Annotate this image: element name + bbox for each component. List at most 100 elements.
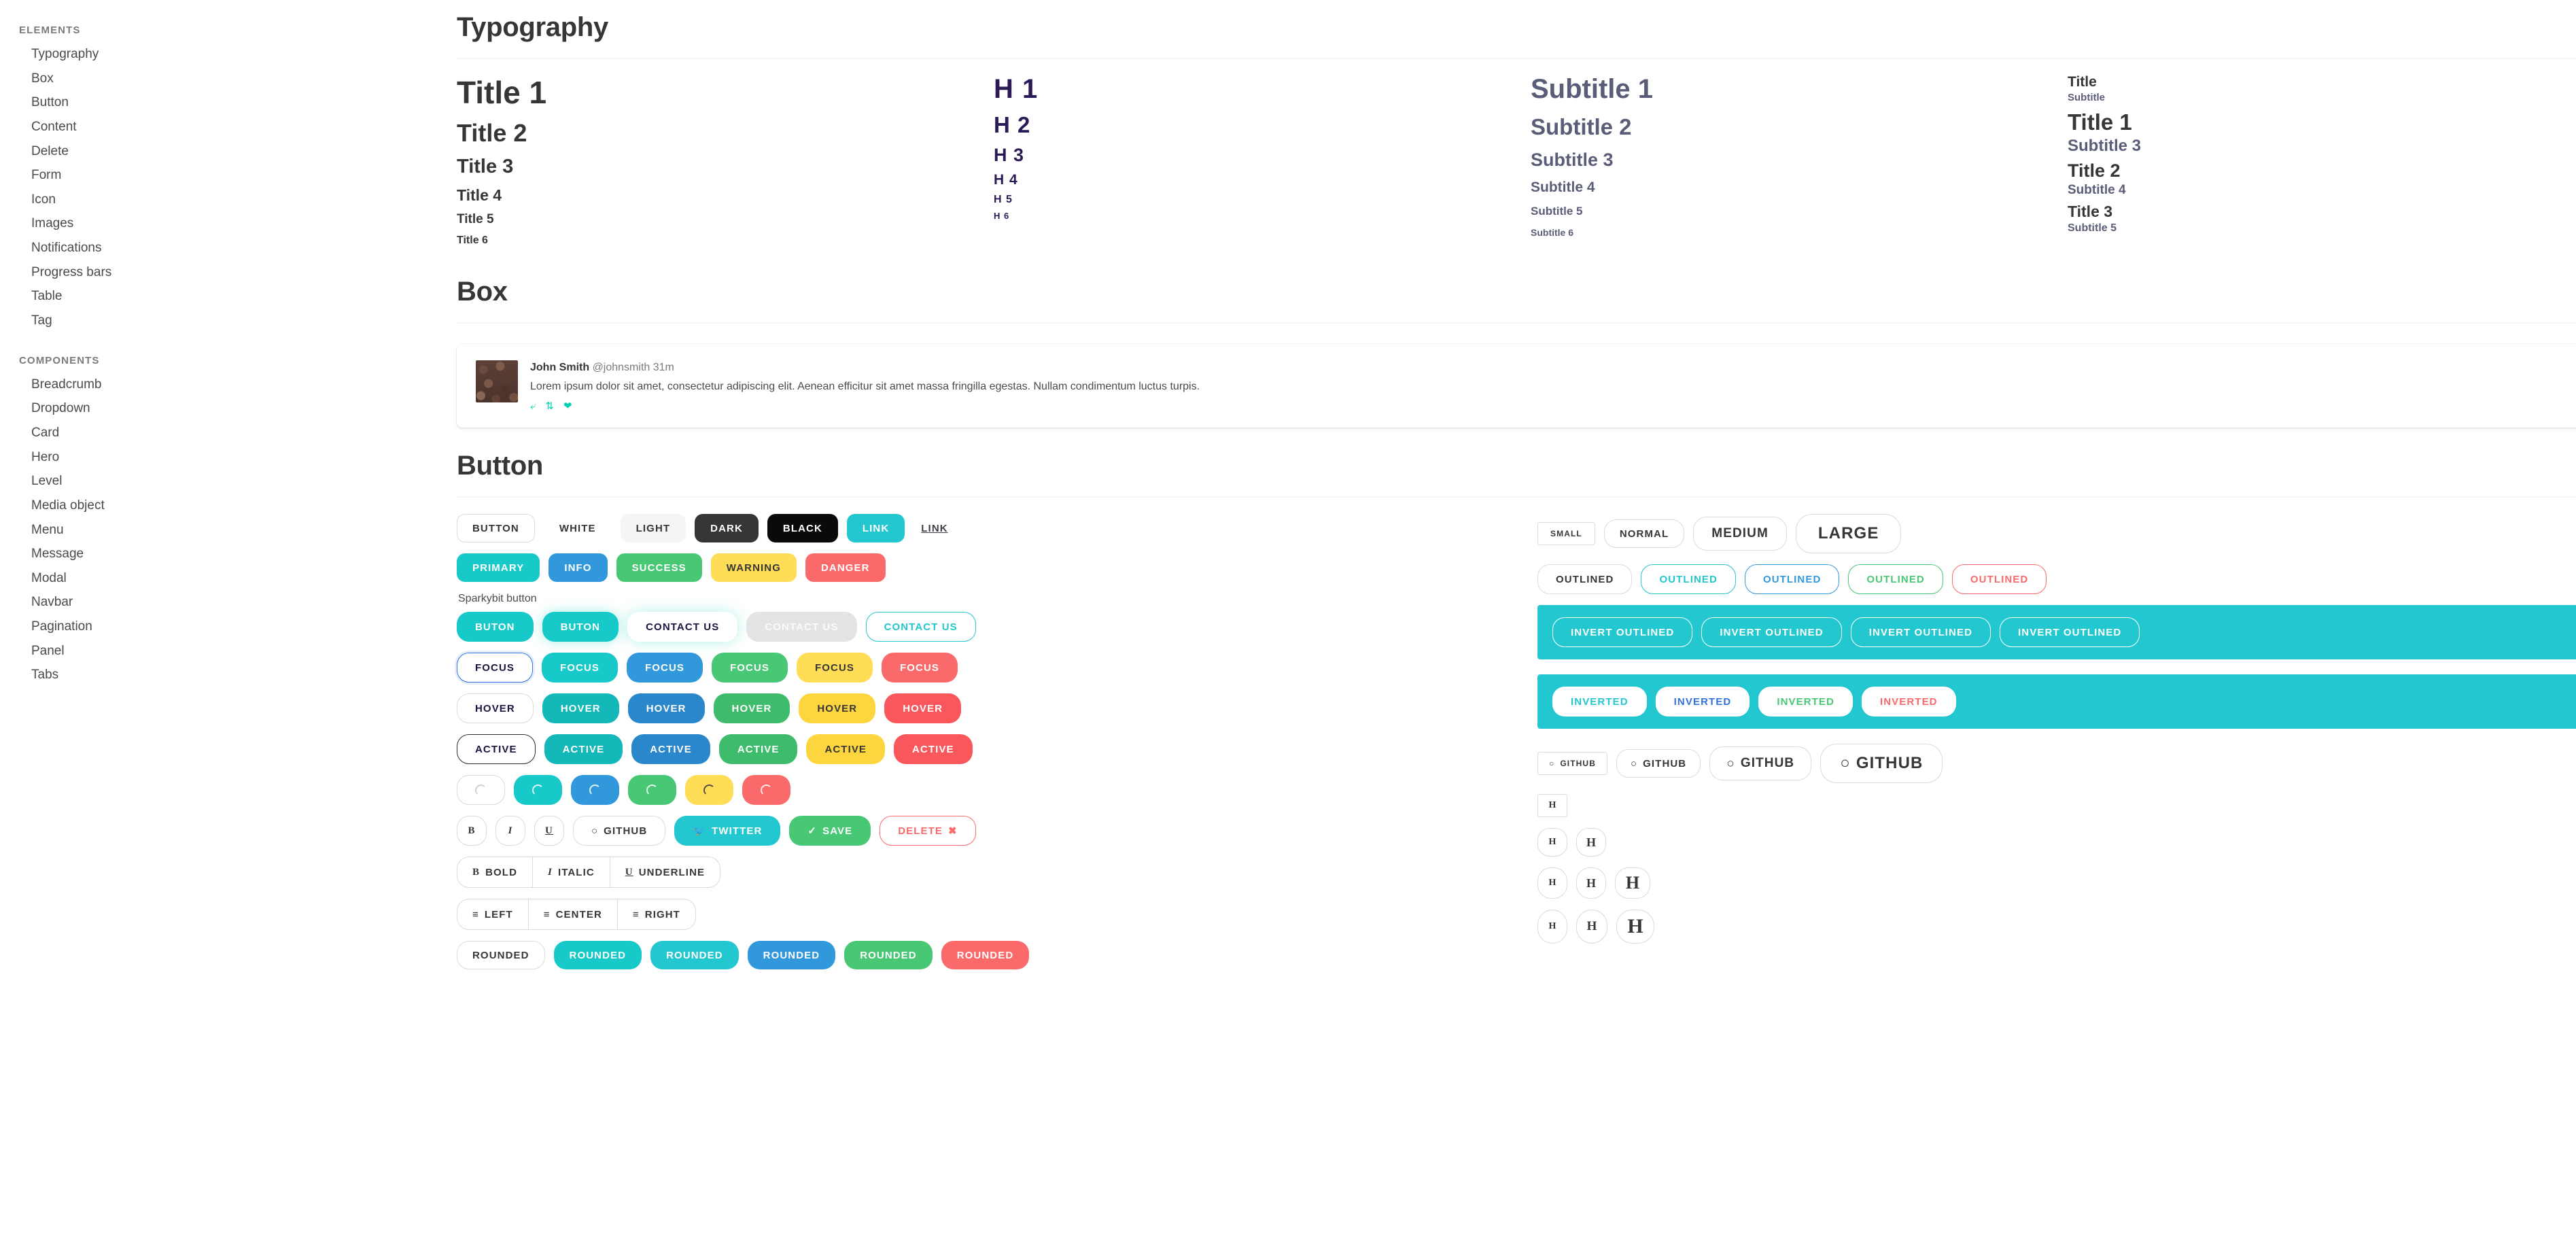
button-h-large-1[interactable]: H [1537,910,1567,944]
sidebar-item-progress-bars[interactable]: Progress bars [19,260,442,285]
sidebar-item-delete[interactable]: Delete [19,139,442,164]
button-contact-us-disabled[interactable]: CONTACT US [746,612,857,642]
list-item[interactable]: Tabs [19,663,442,687]
button-italic-icon-only[interactable]: I [495,816,525,846]
sidebar-item-navbar[interactable]: Navbar [19,590,442,615]
list-item[interactable]: Modal [19,566,442,591]
list-item[interactable]: Typography [19,42,442,67]
sidebar-item-media-object[interactable]: Media object [19,494,442,518]
button-bold-icon-only[interactable]: B [457,816,487,846]
button-underline-icon-only[interactable]: U [534,816,564,846]
sidebar-item-box[interactable]: Box [19,67,442,91]
sidebar-item-level[interactable]: Level [19,469,442,494]
button-success[interactable]: SUCCESS [616,553,702,582]
button-loading-danger[interactable] [742,775,790,805]
button-github[interactable]: ○ GITHUB [573,816,666,846]
list-item[interactable]: Form [19,163,442,188]
button-bold[interactable]: B BOLD [457,857,534,888]
button-active-warning[interactable]: ACTIVE [806,734,886,764]
button-loading-warning[interactable] [685,775,733,805]
button-loading-white[interactable] [457,775,505,805]
list-item[interactable]: Hero [19,445,442,470]
button-white[interactable]: WHITE [543,514,612,542]
button-outlined-default[interactable]: OUTLINED [1537,564,1633,594]
button-hover-white[interactable]: HOVER [457,693,534,723]
list-item[interactable]: Icon [19,188,442,212]
button-h-large-3[interactable]: H [1616,910,1654,944]
button-focus-success[interactable]: FOCUS [712,653,788,683]
button-italic[interactable]: I ITALIC [532,857,610,888]
list-item[interactable]: Progress bars [19,260,442,285]
button-rounded-info[interactable]: ROUNDED [747,941,836,969]
button-github-normal[interactable]: ○ GITHUB [1616,749,1701,778]
list-item[interactable]: Content [19,115,442,139]
button-active-primary[interactable]: ACTIVE [544,734,623,764]
button-inverted-danger[interactable]: INVERTED [1861,687,1956,717]
button-outlined-primary[interactable]: OUTLINED [1641,564,1736,594]
list-item[interactable]: Menu [19,518,442,542]
list-item[interactable]: Button [19,90,442,115]
button-loading-primary[interactable] [514,775,562,805]
list-item[interactable]: Breadcrumb [19,373,442,397]
sidebar-item-card[interactable]: Card [19,421,442,445]
list-item[interactable]: Card [19,421,442,445]
button-h-normal-1[interactable]: H [1537,828,1567,857]
button-size-medium[interactable]: MEDIUM [1693,517,1787,551]
sidebar-item-typography[interactable]: Typography [19,42,442,67]
button-active-danger[interactable]: ACTIVE [894,734,973,764]
list-item[interactable]: Tag [19,309,442,333]
list-item[interactable]: Navbar [19,590,442,615]
sidebar-item-tag[interactable]: Tag [19,309,442,333]
button-link[interactable]: LINK [846,514,905,542]
button-outlined-danger[interactable]: OUTLINED [1951,564,2047,594]
sidebar-item-button[interactable]: Button [19,90,442,115]
sidebar-item-menu[interactable]: Menu [19,518,442,542]
button-hover-danger[interactable]: HOVER [884,693,962,723]
sidebar-item-icon[interactable]: Icon [19,188,442,212]
button-invert-outlined-2[interactable]: INVERT OUTLINED [1701,617,1842,647]
list-item[interactable]: Pagination [19,615,442,639]
button-hover-info[interactable]: HOVER [627,693,705,723]
button-inverted-info[interactable]: INVERTED [1655,687,1750,717]
button-sparky-buton-shadow[interactable]: BUTON [542,612,619,642]
button-black[interactable]: BLACK [767,514,838,542]
button-align-right[interactable]: ≡ RIGHT [616,899,696,930]
list-item[interactable]: Media object [19,494,442,518]
button-dark[interactable]: DARK [695,514,759,542]
button-focus-info[interactable]: FOCUS [627,653,703,683]
button-contact-us-outlined[interactable]: CONTACT US [865,612,976,642]
button-active-white[interactable]: ACTIVE [457,734,536,764]
sidebar-item-tabs[interactable]: Tabs [19,663,442,687]
button-warning[interactable]: WARNING [710,553,797,582]
button-delete[interactable]: DELETE ✖ [880,816,976,846]
sidebar-item-pagination[interactable]: Pagination [19,615,442,639]
list-item[interactable]: Notifications [19,236,442,260]
button-h-medium-1[interactable]: H [1537,867,1567,899]
sidebar-item-panel[interactable]: Panel [19,639,442,663]
button-loading-success[interactable] [628,775,676,805]
button-github-small[interactable]: ○ GITHUB [1537,752,1607,775]
retweet-icon[interactable]: ⇅ [545,401,554,411]
button-rounded-danger[interactable]: ROUNDED [941,941,1030,969]
button-save[interactable]: ✓ SAVE [789,816,871,846]
list-item[interactable]: Level [19,469,442,494]
button-outlined-info[interactable]: OUTLINED [1744,564,1840,594]
button-inverted-success[interactable]: INVERTED [1758,687,1853,717]
button-size-large[interactable]: LARGE [1795,514,1902,553]
button-align-left[interactable]: ≡ LEFT [457,899,529,930]
button-h-normal-2[interactable]: H [1576,828,1606,857]
list-item[interactable]: Dropdown [19,396,442,421]
button-hover-warning[interactable]: HOVER [799,693,876,723]
button-sparky-buton[interactable]: BUTON [457,612,534,642]
button-rounded-default[interactable]: ROUNDED [457,941,545,969]
button-hover-success[interactable]: HOVER [713,693,790,723]
button-default[interactable]: BUTTON [457,514,535,542]
button-rounded-primary[interactable]: ROUNDED [553,941,642,969]
sidebar-item-dropdown[interactable]: Dropdown [19,396,442,421]
list-item[interactable]: Table [19,284,442,309]
button-github-medium[interactable]: ○ GITHUB [1709,746,1812,780]
button-size-normal[interactable]: NORMAL [1603,519,1685,548]
button-danger[interactable]: DANGER [805,553,886,582]
button-light[interactable]: LIGHT [620,514,686,542]
button-rounded-success[interactable]: ROUNDED [844,941,933,969]
